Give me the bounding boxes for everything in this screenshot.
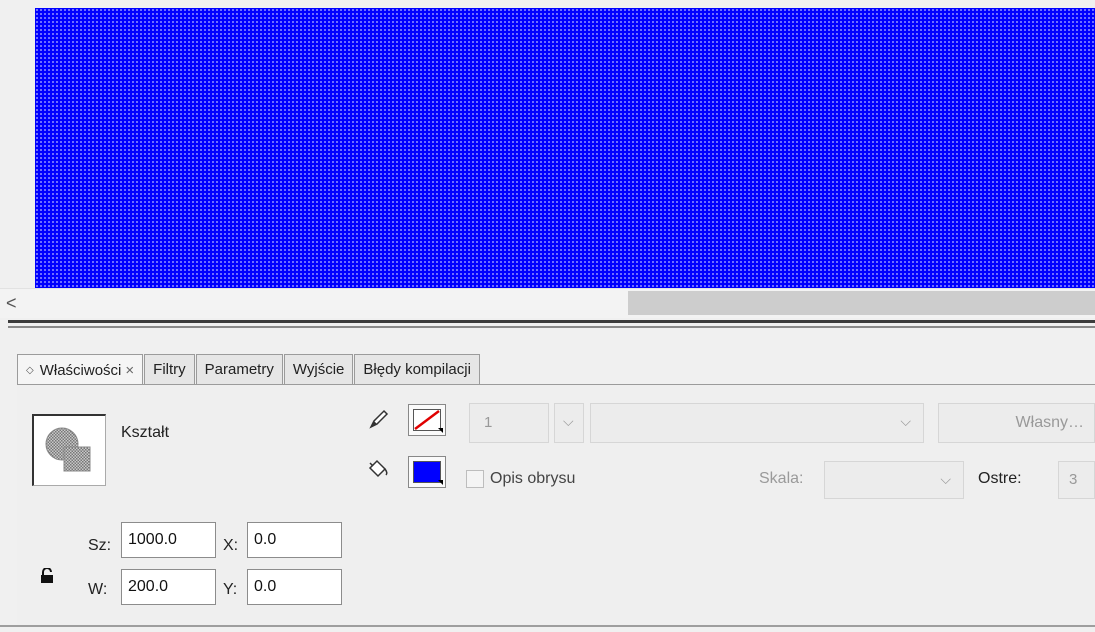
shape-type-label: Kształt [121, 424, 170, 441]
custom-style-button[interactable]: Własny… [938, 403, 1095, 443]
stroke-style-dropdown[interactable]: ⌵ [590, 403, 924, 443]
y-field[interactable]: 0.0 [247, 569, 342, 605]
tab-compiler-errors[interactable]: Błędy kompilacji [354, 354, 480, 384]
scale-dropdown[interactable]: ⌵ [824, 461, 964, 499]
x-label: X: [223, 537, 239, 554]
splitter-bar-shadow [8, 326, 1095, 328]
stroke-color-swatch[interactable] [408, 404, 446, 436]
no-color-icon [413, 409, 441, 431]
tab-label: Parametry [204, 361, 274, 378]
horizontal-scrollbar[interactable]: < [0, 288, 1095, 318]
dropdown-triangle-icon [438, 428, 443, 433]
fill-color-preview [413, 461, 441, 483]
shape-icon [45, 427, 91, 472]
panel-splitter[interactable] [0, 318, 1095, 330]
y-label: Y: [223, 581, 238, 598]
stage-shape-fill[interactable] [35, 8, 1095, 288]
x-field[interactable]: 0.0 [247, 522, 342, 558]
miter-field[interactable]: 3 [1058, 461, 1095, 499]
pencil-icon [368, 408, 390, 434]
dropdown-triangle-icon [438, 480, 443, 485]
tab-label: Filtry [153, 361, 186, 378]
height-label: W: [88, 581, 108, 598]
miter-label: Ostre: [978, 470, 1022, 487]
chevron-down-icon: ⌵ [563, 413, 574, 429]
lock-icon[interactable] [40, 567, 54, 588]
shape-thumbnail [32, 414, 106, 486]
panel-menu-icon[interactable]: ◇ [26, 356, 34, 385]
width-label: Sz: [88, 537, 112, 554]
stroke-width-dropdown[interactable]: ⌵ [554, 403, 584, 443]
tab-label: Wyjście [292, 361, 345, 378]
close-icon[interactable]: × [125, 356, 134, 385]
stage-gutter [0, 0, 35, 288]
stage-area: < [0, 0, 1095, 318]
panel-bottom-border [0, 625, 1095, 627]
scroll-left-icon[interactable]: < [6, 293, 17, 313]
tab-output[interactable]: Wyjście [283, 354, 354, 384]
tab-parameters[interactable]: Parametry [195, 354, 283, 384]
tab-properties[interactable]: ◇ Właściwości × [17, 354, 144, 385]
tab-label: Błędy kompilacji [363, 361, 471, 378]
stroke-width-field[interactable]: 1 [469, 403, 549, 443]
panel-tabs: ◇ Właściwości × Filtry Parametry Wyjście… [17, 354, 481, 385]
paint-bucket-icon [366, 458, 390, 484]
stroke-hinting-label: Opis obrysu [490, 470, 576, 487]
chevron-down-icon: ⌵ [900, 413, 911, 429]
tab-label: Właściwości [39, 361, 122, 379]
splitter-bar [8, 320, 1095, 323]
scale-label: Skala: [759, 470, 804, 487]
stroke-hinting-checkbox[interactable] [466, 470, 484, 488]
scrollbar-thumb[interactable] [628, 291, 1095, 315]
chevron-down-icon: ⌵ [940, 471, 951, 487]
width-field[interactable]: 1000.0 [121, 522, 216, 558]
height-field[interactable]: 200.0 [121, 569, 216, 605]
fill-color-swatch[interactable] [408, 456, 446, 488]
tab-filters[interactable]: Filtry [144, 354, 195, 384]
